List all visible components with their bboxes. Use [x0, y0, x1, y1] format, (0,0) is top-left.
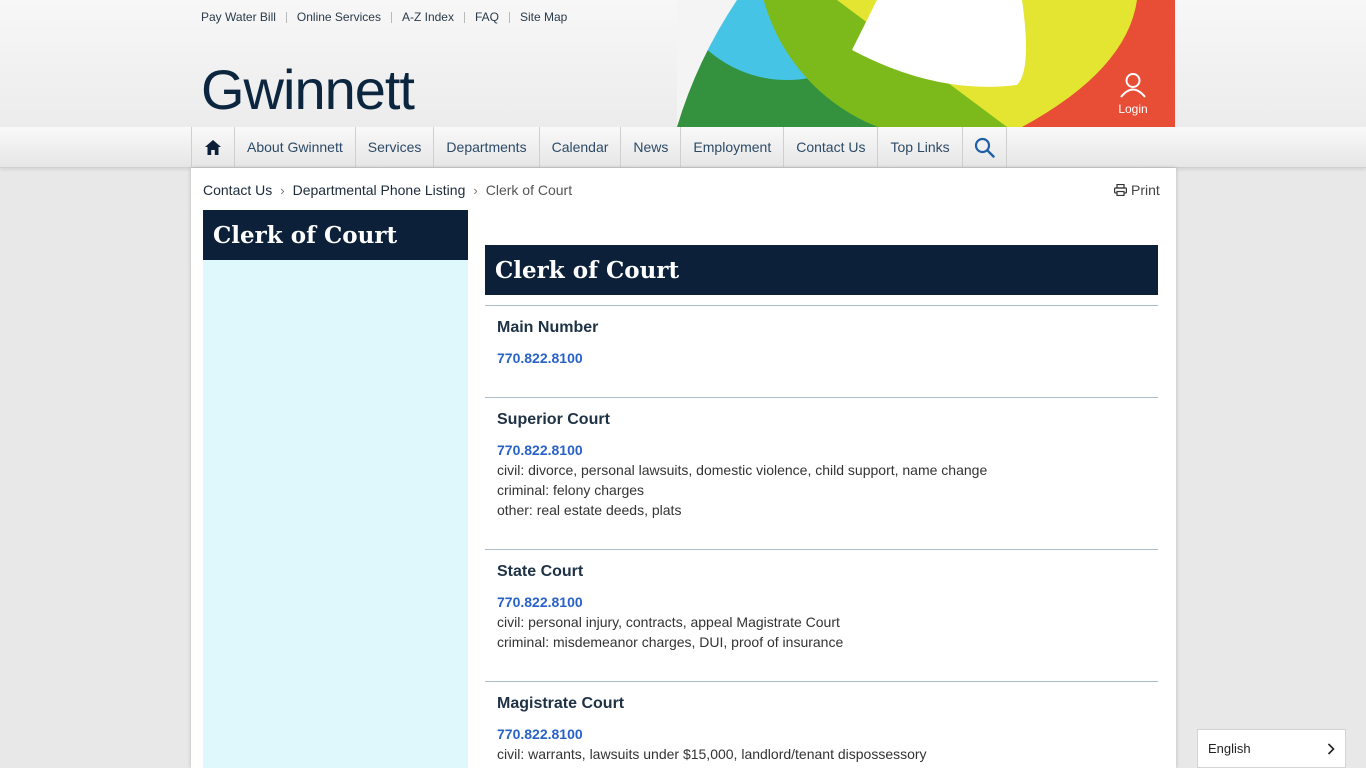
- nav-item-about-gwinnett[interactable]: About Gwinnett: [234, 127, 355, 167]
- chevron-right-icon: ›: [280, 182, 285, 198]
- phone-entry-state-court: State Court 770.822.8100 civil: personal…: [485, 549, 1158, 681]
- print-button[interactable]: Print: [1114, 182, 1160, 198]
- printer-icon: [1114, 184, 1127, 196]
- language-selector[interactable]: English: [1197, 729, 1346, 768]
- breadcrumb: Contact Us › Departmental Phone Listing …: [203, 182, 572, 198]
- entry-heading: Superior Court: [497, 411, 610, 428]
- entry-detail: civil: divorce, personal lawsuits, domes…: [497, 462, 988, 478]
- entry-heading: Magistrate Court: [497, 695, 625, 712]
- sidebar-title: Clerk of Court: [203, 210, 468, 260]
- entry-detail: criminal: felony charges: [497, 482, 645, 498]
- search-icon: [974, 137, 995, 158]
- utility-links: Pay Water Bill Online Services A-Z Index…: [201, 10, 567, 24]
- nav-item-news[interactable]: News: [620, 127, 680, 167]
- pay-water-bill-link[interactable]: Pay Water Bill: [201, 10, 276, 24]
- page-title: Clerk of Court: [485, 245, 1158, 295]
- phone-entry-superior-court: Superior Court 770.822.8100 civil: divor…: [485, 397, 1158, 549]
- az-index-link[interactable]: A-Z Index: [402, 10, 454, 24]
- header-artwork: [677, 0, 1175, 127]
- entry-detail: other: real estate deeds, plats: [497, 502, 682, 518]
- nav-item-departments[interactable]: Departments: [433, 127, 538, 167]
- nav-item-services[interactable]: Services: [354, 127, 434, 167]
- phone-entry-main-number: Main Number 770.822.8100: [485, 305, 1158, 397]
- nav-item-employment[interactable]: Employment: [680, 127, 783, 167]
- print-label: Print: [1131, 182, 1160, 198]
- nav-item-top-links[interactable]: Top Links: [877, 127, 961, 167]
- home-icon: [205, 139, 221, 155]
- chevron-right-icon: ›: [473, 182, 478, 198]
- user-icon: [1120, 73, 1146, 98]
- main-content: Clerk of Court Main Number 770.822.8100 …: [485, 245, 1158, 767]
- login-label: Login: [1118, 102, 1148, 116]
- divider: [463, 11, 465, 23]
- entry-detail: civil: personal injury, contracts, appea…: [497, 614, 840, 630]
- breadcrumb-current: Clerk of Court: [485, 182, 573, 198]
- nav-search-button[interactable]: [961, 127, 1007, 167]
- entry-detail: civil: warrants, lawsuits under $15,000,…: [497, 746, 927, 762]
- breadcrumb-departmental-phone-listing[interactable]: Departmental Phone Listing: [293, 182, 466, 198]
- breadcrumb-contact-us[interactable]: Contact Us: [203, 182, 272, 198]
- phone-link[interactable]: 770.822.8100: [497, 348, 1146, 368]
- faq-link[interactable]: FAQ: [475, 10, 499, 24]
- divider: [390, 11, 392, 23]
- nav-item-contact-us[interactable]: Contact Us: [783, 127, 877, 167]
- online-services-link[interactable]: Online Services: [297, 10, 381, 24]
- gwinnett-logo[interactable]: Gwinnett: [201, 58, 415, 122]
- phone-link[interactable]: 770.822.8100: [497, 724, 1146, 744]
- entry-heading: Main Number: [497, 319, 599, 336]
- divider: [285, 11, 287, 23]
- phone-entry-magistrate-court: Magistrate Court 770.822.8100 civil: war…: [485, 681, 1158, 767]
- entry-heading: State Court: [497, 563, 584, 580]
- sidebar: Clerk of Court: [203, 210, 468, 768]
- header-artwork-shapes: [677, 0, 1175, 127]
- chevron-right-icon: [1327, 742, 1335, 755]
- phone-link[interactable]: 770.822.8100: [497, 440, 1146, 460]
- language-selected: English: [1208, 741, 1251, 756]
- nav-home[interactable]: [191, 127, 234, 167]
- divider: [509, 11, 510, 23]
- phone-link[interactable]: 770.822.8100: [497, 592, 1146, 612]
- main-nav: About Gwinnett Services Departments Cale…: [191, 127, 1007, 167]
- entry-detail: criminal: misdemeanor charges, DUI, proo…: [497, 634, 844, 650]
- site-map-link[interactable]: Site Map: [520, 10, 567, 24]
- login-button[interactable]: Login: [1106, 72, 1160, 116]
- nav-item-calendar[interactable]: Calendar: [538, 127, 621, 167]
